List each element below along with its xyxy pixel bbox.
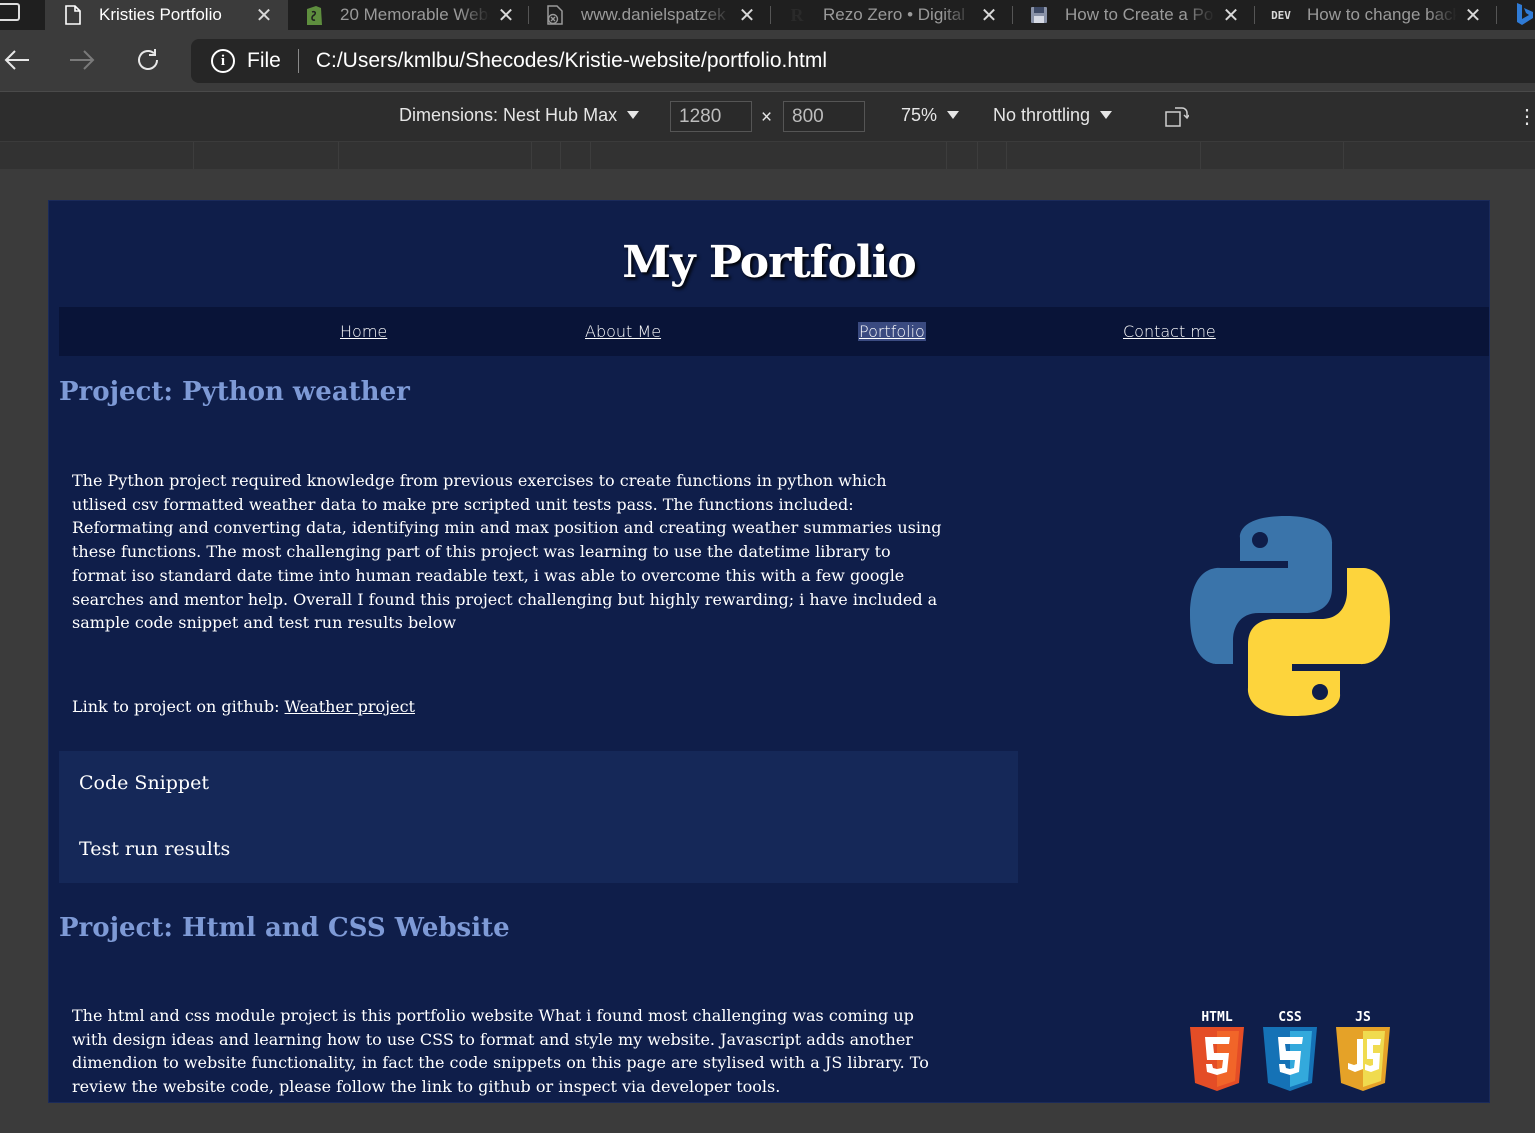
tab-title: www.danielspatzek [581, 5, 726, 24]
chevron-down-icon [1100, 111, 1113, 119]
nav-link-portfolio[interactable]: Portfolio [858, 322, 926, 341]
forward-button[interactable] [65, 43, 99, 77]
throttling-label: No throttling [993, 105, 1091, 125]
rotate-icon[interactable] [1165, 106, 1190, 128]
close-icon[interactable]: ✕ [254, 3, 274, 28]
more-options-icon[interactable]: ⋮ [1517, 104, 1535, 129]
nav-link-contact-me[interactable]: Contact me [1123, 322, 1216, 341]
test-results-toggle[interactable]: Test run results [79, 838, 230, 860]
chevron-down-icon [627, 111, 640, 119]
height-input[interactable]: 800 [783, 101, 865, 132]
media-query-ruler [0, 142, 1535, 169]
device-toolbar: Dimensions: Nest Hub Max 1280 × 800 75% … [0, 91, 1535, 141]
project-description: The Python project required knowledge fr… [72, 471, 942, 633]
css-logo-label: CSS [1278, 1010, 1302, 1025]
tab-kristies-portfolio[interactable]: Kristies Portfolio ✕ [45, 0, 288, 30]
address-divider [297, 49, 299, 73]
zoom-select[interactable]: 75% [901, 105, 960, 126]
project-link-line: Link to project on github: Weather proje… [72, 697, 415, 716]
tab-separator [1496, 6, 1497, 24]
save-icon [1029, 5, 1049, 25]
width-input[interactable]: 1280 [670, 101, 752, 132]
tab-memorable-websites[interactable]: 20 Memorable Websites ✕ [300, 0, 522, 30]
throttling-select[interactable]: No throttling [993, 105, 1113, 126]
close-icon[interactable]: ✕ [1221, 3, 1241, 28]
tab-danielspatzek[interactable]: www.danielspatzek ✕ [541, 0, 763, 30]
project-heading: Project: Python weather [59, 377, 410, 407]
back-button[interactable] [0, 43, 34, 77]
blocked-page-icon [545, 5, 565, 25]
tab-title: Rezo Zero • Digital [823, 5, 966, 24]
address-bar[interactable]: i File C:/Users/kmlbu/Shecodes/Kristie-w… [191, 39, 1535, 83]
link-prefix: Link to project on github: [72, 697, 285, 716]
html-logo-label: HTML [1201, 1010, 1232, 1025]
bing-icon[interactable] [1513, 2, 1535, 26]
tab-title: Kristies Portfolio [99, 5, 222, 24]
tab-strip: Kristies Portfolio ✕ 20 Memorable Websit… [0, 0, 1535, 30]
code-snippet-toggle[interactable]: Code Snippet [79, 772, 209, 794]
tab-separator [770, 6, 771, 24]
shopify-icon [304, 5, 324, 25]
site-nav: Home About Me Portfolio Contact me [59, 307, 1489, 356]
close-icon[interactable]: ✕ [737, 3, 757, 28]
tab-separator [1012, 6, 1013, 24]
url-text[interactable]: C:/Users/kmlbu/Shecodes/Kristie-website/… [316, 49, 827, 73]
page-icon [63, 5, 83, 25]
emulated-viewport: My Portfolio Home About Me Portfolio Con… [48, 200, 1490, 1103]
html-css-js-logos: HTML CSS JS [1189, 1007, 1394, 1091]
tab-title: 20 Memorable Websites [340, 5, 490, 24]
tab-title: How to Create a Portfolio [1065, 5, 1215, 24]
info-icon[interactable]: i [211, 49, 235, 73]
js-logo-label: JS [1355, 1010, 1371, 1025]
close-icon[interactable]: ✕ [1463, 3, 1483, 28]
project-heading: Project: Html and CSS Website [59, 913, 510, 943]
tab-separator [528, 6, 529, 24]
times-symbol: × [761, 107, 773, 128]
code-box: Code Snippet Test run results [59, 751, 1018, 883]
refresh-button[interactable] [131, 43, 165, 77]
weather-project-link[interactable]: Weather project [285, 697, 415, 716]
tab-how-to-create[interactable]: How to Create a Portfolio ✕ [1025, 0, 1247, 30]
dev-icon: DEV [1271, 8, 1291, 22]
dimensions-select[interactable]: Dimensions: Nest Hub Max [399, 105, 640, 126]
nav-link-about-me[interactable]: About Me [585, 322, 661, 341]
project-description: The html and css module project is this … [72, 1006, 929, 1097]
chevron-down-icon [947, 111, 960, 119]
close-icon[interactable]: ✕ [496, 3, 516, 28]
zoom-label: 75% [901, 105, 938, 125]
tab-title: How to change background [1307, 5, 1457, 24]
rezo-zero-icon: R [790, 4, 804, 25]
dimensions-label: Dimensions: Nest Hub Max [399, 105, 618, 125]
browser-toolbar: i File C:/Users/kmlbu/Shecodes/Kristie-w… [0, 30, 1535, 90]
site-title: My Portfolio [622, 237, 916, 288]
python-logo [1190, 516, 1390, 716]
tab-how-to-change[interactable]: DEV How to change background ✕ [1267, 0, 1489, 30]
workspaces-icon[interactable] [0, 3, 20, 21]
tab-separator [1254, 6, 1255, 24]
nav-link-home[interactable]: Home [340, 322, 387, 341]
tab-rezo-zero[interactable]: R Rezo Zero • Digital ✕ [783, 0, 1005, 30]
close-icon[interactable]: ✕ [979, 3, 999, 28]
scheme-label: File [247, 49, 281, 72]
